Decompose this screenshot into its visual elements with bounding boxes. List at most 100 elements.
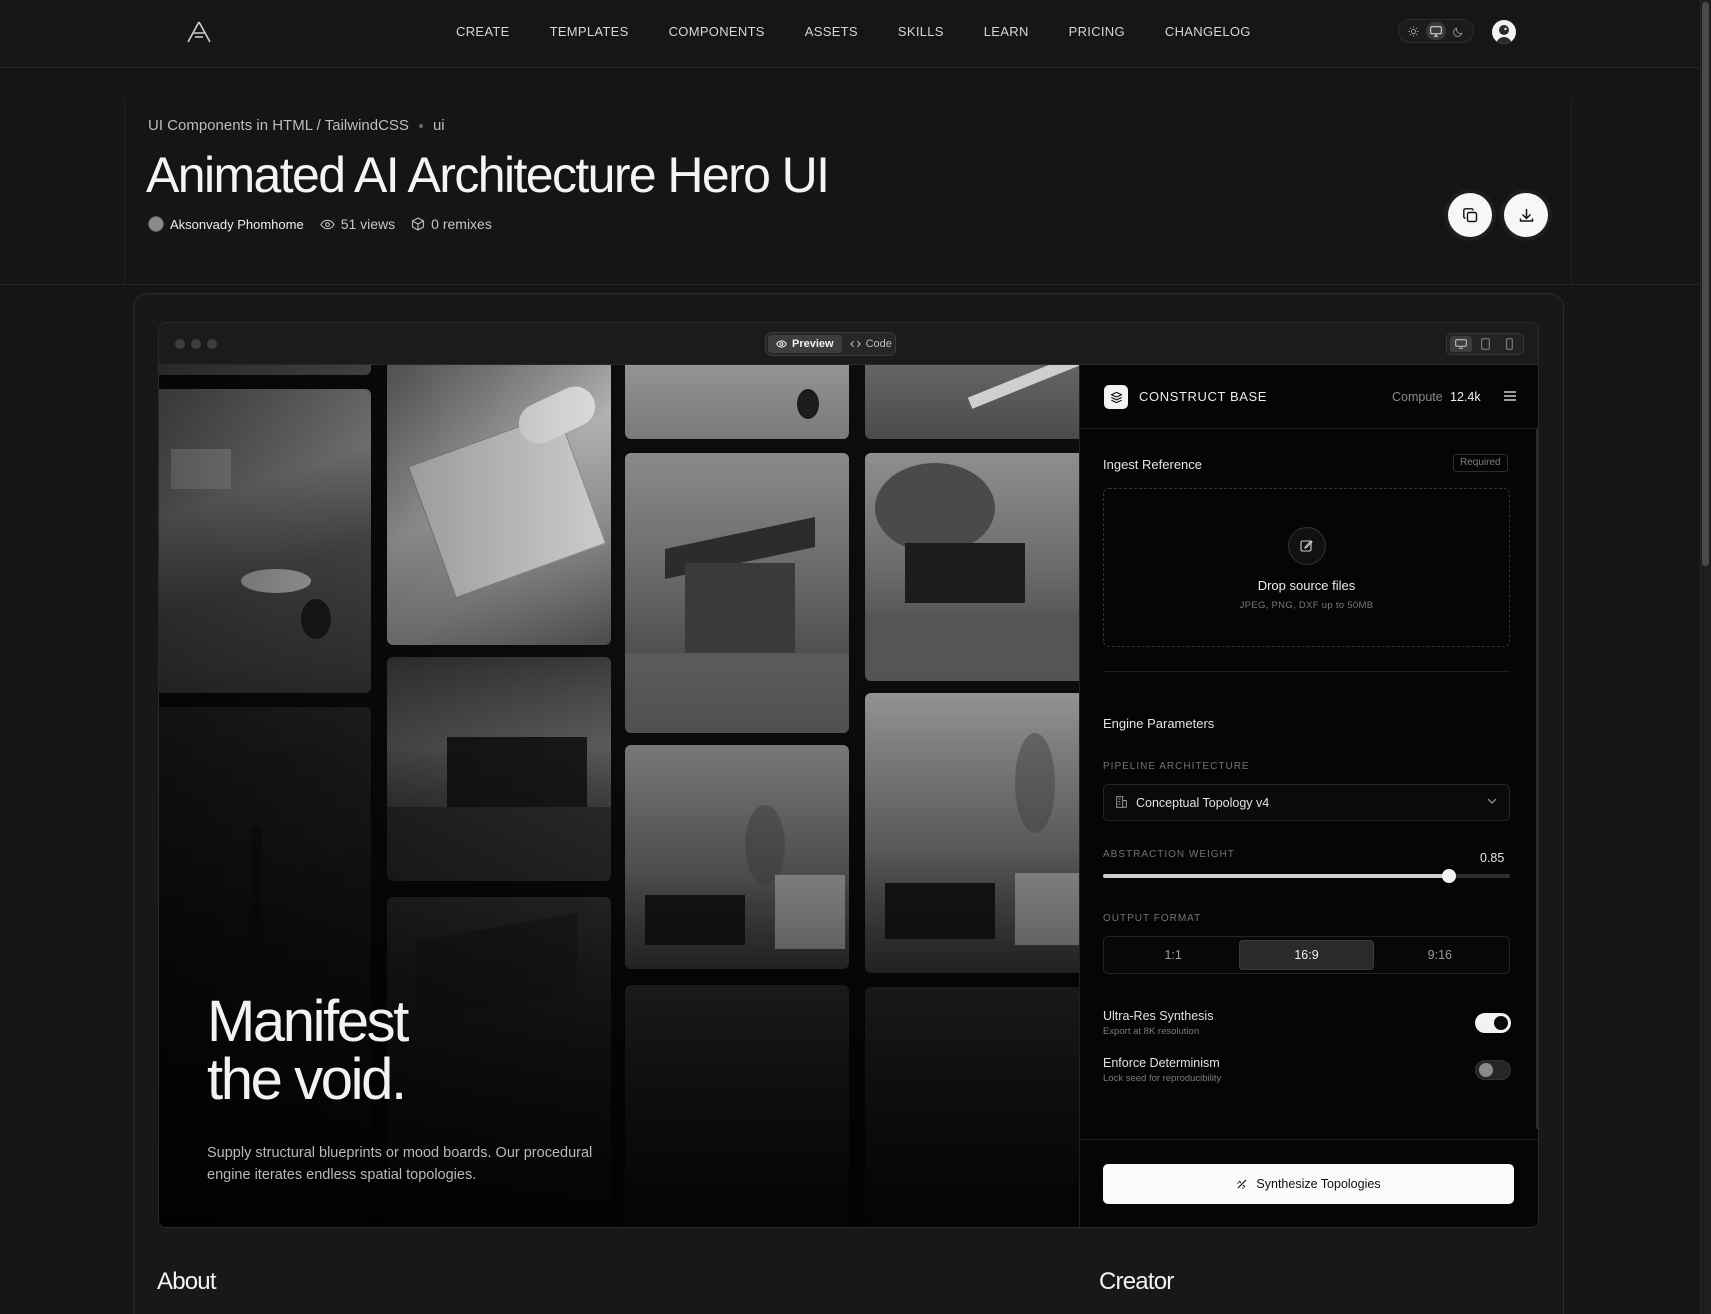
slider-thumb[interactable] <box>1441 869 1456 883</box>
output-format-selector: 1:1 16:9 9:16 <box>1103 936 1510 974</box>
ingest-title: Ingest Reference <box>1103 457 1203 472</box>
panel-footer: Synthesize Topologies <box>1080 1139 1538 1227</box>
panel-scrollbar[interactable] <box>1536 429 1538 1129</box>
layers-icon <box>1104 385 1128 409</box>
determinism-sub: Lock seed for reproducibility <box>1103 1073 1222 1084</box>
preview-code-toggle: Preview Code <box>765 332 896 356</box>
author-avatar[interactable] <box>148 216 164 232</box>
section-divider <box>1103 671 1510 672</box>
copy-button[interactable] <box>1448 193 1492 237</box>
breadcrumb: UI Components in HTML / TailwindCSS ui <box>148 117 445 134</box>
panel-header: CONSTRUCT BASE Compute 12.4k <box>1080 365 1538 429</box>
nav-link-pricing[interactable]: PRICING <box>1049 24 1145 39</box>
slider-fill <box>1103 874 1449 878</box>
mobile-icon[interactable] <box>1498 336 1520 352</box>
nav-links: CREATE TEMPLATES COMPONENTS ASSETS SKILL… <box>436 0 1271 62</box>
guide-line <box>1571 100 1572 285</box>
nav-link-changelog[interactable]: CHANGELOG <box>1145 24 1271 39</box>
eye-icon <box>776 340 787 348</box>
top-nav: CREATE TEMPLATES COMPONENTS ASSETS SKILL… <box>0 0 1700 68</box>
author-name[interactable]: Aksonvady Phomhome <box>170 217 304 232</box>
window-dots <box>175 339 217 349</box>
engine-title: Engine Parameters <box>1103 716 1215 731</box>
views-label: 51 views <box>340 216 396 232</box>
copy-icon <box>1462 207 1477 222</box>
code-icon <box>849 340 861 348</box>
breadcrumb-separator <box>418 123 423 128</box>
abstraction-label: ABSTRACTION WEIGHT <box>1103 849 1235 860</box>
nav-link-create[interactable]: CREATE <box>436 24 530 39</box>
synthesize-label: Synthesize Topologies <box>1256 1177 1381 1191</box>
cube-icon <box>412 217 425 231</box>
sun-icon[interactable] <box>1403 22 1423 40</box>
preview-tab[interactable]: Preview <box>768 335 842 353</box>
pipeline-select[interactable]: Conceptual Topology v4 <box>1103 784 1510 821</box>
hero-section: Manifest the void. Supply structural blu… <box>159 365 1079 1227</box>
page-title: Animated AI Architecture Hero UI <box>146 147 830 203</box>
panel-title: CONSTRUCT BASE <box>1139 389 1268 404</box>
code-tab[interactable]: Code <box>842 335 900 353</box>
nav-link-learn[interactable]: LEARN <box>964 24 1049 39</box>
about-heading: About <box>157 1268 217 1295</box>
sparkle-icon <box>1237 1179 1247 1189</box>
nav-link-assets[interactable]: ASSETS <box>785 24 878 39</box>
views-count: 51 views <box>319 216 396 232</box>
hero-title: Manifest the void. <box>207 989 409 1112</box>
guide-line <box>124 100 125 285</box>
preview-frame: Preview Code Manifest the void. Supply s… <box>158 322 1539 1228</box>
pipeline-label: PIPELINE ARCHITECTURE <box>1103 761 1250 772</box>
page-scrollbar[interactable] <box>1700 0 1711 1314</box>
nav-link-skills[interactable]: SKILLS <box>878 24 964 39</box>
pipeline-value: Conceptual Topology v4 <box>1136 796 1270 810</box>
compute-value: 12.4k <box>1450 390 1481 404</box>
eye-icon <box>319 219 335 229</box>
construct-panel: CONSTRUCT BASE Compute 12.4k Ingest Refe… <box>1079 365 1538 1227</box>
abstraction-slider[interactable] <box>1103 869 1510 883</box>
desktop-icon[interactable] <box>1450 336 1472 352</box>
theme-toggle <box>1398 19 1474 43</box>
drop-title: Drop source files <box>1257 578 1356 593</box>
determinism-label: Enforce Determinism <box>1103 1056 1220 1070</box>
format-option-9-16[interactable]: 9:16 <box>1374 940 1506 970</box>
page-meta: Aksonvady Phomhome 51 views 0 remixes <box>148 216 508 232</box>
drop-subtitle: JPEG, PNG, DXF up to 50MB <box>1239 600 1374 611</box>
creator-heading: Creator <box>1099 1268 1174 1295</box>
guide-line <box>0 284 1700 285</box>
synthesize-button[interactable]: Synthesize Topologies <box>1103 1164 1514 1204</box>
hero-subtitle: Supply structural blueprints or mood boa… <box>207 1145 593 1183</box>
remixes-count: 0 remixes <box>411 216 492 232</box>
device-toggle <box>1446 333 1524 355</box>
output-format-label: OUTPUT FORMAT <box>1103 913 1202 924</box>
breadcrumb-parent[interactable]: UI Components in HTML / TailwindCSS <box>148 117 409 134</box>
remixes-label: 0 remixes <box>431 216 492 232</box>
nav-link-templates[interactable]: TEMPLATES <box>530 24 649 39</box>
preview-toolbar: Preview Code <box>159 323 1538 365</box>
preview-tab-label: Preview <box>792 338 834 350</box>
file-dropzone[interactable]: Drop source files JPEG, PNG, DXF up to 5… <box>1103 488 1510 647</box>
required-badge: Required <box>1453 454 1508 472</box>
page-scrollbar-thumb[interactable] <box>1702 2 1709 566</box>
ultra-res-toggle[interactable] <box>1475 1013 1511 1033</box>
format-option-16-9[interactable]: 16:9 <box>1239 940 1374 970</box>
ultra-res-sub: Export at 8K resolution <box>1103 1026 1200 1037</box>
tablet-icon[interactable] <box>1474 336 1496 352</box>
monitor-icon[interactable] <box>1425 22 1446 40</box>
nav-link-components[interactable]: COMPONENTS <box>649 24 785 39</box>
logo-icon[interactable] <box>186 20 212 44</box>
format-option-1-1[interactable]: 1:1 <box>1107 940 1239 970</box>
code-tab-label: Code <box>865 338 892 350</box>
determinism-toggle[interactable] <box>1475 1060 1511 1080</box>
chevron-down-icon <box>1487 798 1497 804</box>
menu-icon[interactable] <box>1503 389 1517 403</box>
upload-icon <box>1288 527 1326 565</box>
ultra-res-label: Ultra-Res Synthesis <box>1103 1009 1214 1023</box>
user-avatar[interactable] <box>1492 20 1516 44</box>
breadcrumb-tag[interactable]: ui <box>433 117 445 134</box>
compute-label: Compute <box>1392 390 1443 404</box>
moon-icon[interactable] <box>1449 22 1469 40</box>
download-button[interactable] <box>1504 193 1548 237</box>
building-icon <box>1116 796 1127 808</box>
hero-title-line1: Manifest <box>207 989 409 1054</box>
hero-title-line2: the void. <box>207 1047 407 1112</box>
download-icon <box>1519 208 1533 222</box>
